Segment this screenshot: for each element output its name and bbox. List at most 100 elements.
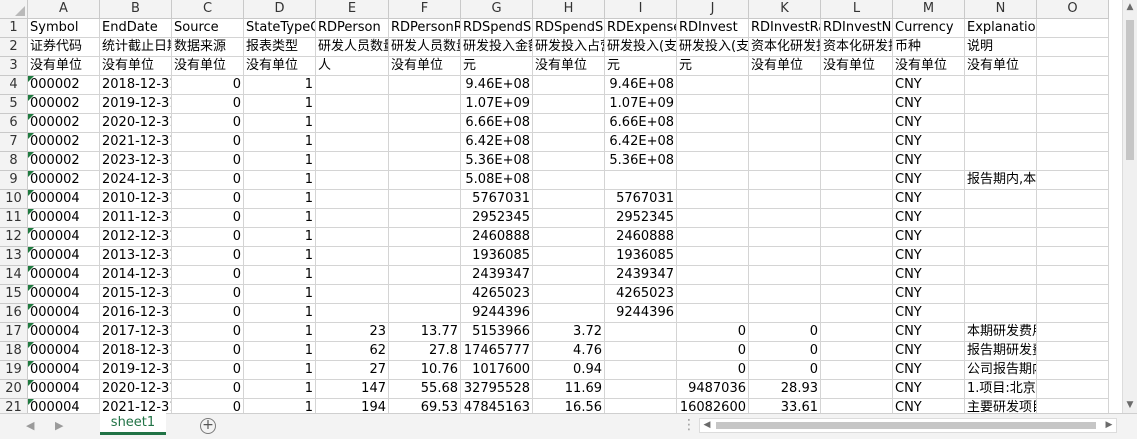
cell-h8[interactable] [533,152,605,171]
cell-c11[interactable]: 0 [172,209,244,228]
cell-i11[interactable]: 2952345 [605,209,677,228]
cell-e18[interactable]: 62 [316,342,389,361]
cell-o6[interactable] [1037,114,1109,133]
cell-l8[interactable] [821,152,893,171]
cell-e21[interactable]: 194 [316,399,389,413]
cell-d7[interactable]: 1 [244,133,316,152]
cell-l5[interactable] [821,95,893,114]
cell-d2[interactable]: 报表类型 [244,38,316,57]
cell-e7[interactable] [316,133,389,152]
cell-a15[interactable]: 000004 [28,285,100,304]
cell-l7[interactable] [821,133,893,152]
cell-d4[interactable]: 1 [244,76,316,95]
cell-f11[interactable] [389,209,461,228]
cell-c10[interactable]: 0 [172,190,244,209]
cell-k15[interactable] [749,285,821,304]
cell-n10[interactable] [965,190,1037,209]
cell-f17[interactable]: 13.77 [389,323,461,342]
cell-a11[interactable]: 000004 [28,209,100,228]
cell-l4[interactable] [821,76,893,95]
cell-d5[interactable]: 1 [244,95,316,114]
cell-n17[interactable]: 本期研发费用中,内部研 [965,323,1037,342]
cell-b9[interactable]: 2024-12-31 [100,171,172,190]
cell-m14[interactable]: CNY [893,266,965,285]
cell-k9[interactable] [749,171,821,190]
cell-a3[interactable]: 没有单位 [28,57,100,76]
column-header-b[interactable]: B [100,0,172,19]
cell-j11[interactable] [677,209,749,228]
cell-e17[interactable]: 23 [316,323,389,342]
cell-j19[interactable]: 0 [677,361,749,380]
cell-j17[interactable]: 0 [677,323,749,342]
cell-l6[interactable] [821,114,893,133]
cell-j18[interactable]: 0 [677,342,749,361]
column-header-g[interactable]: G [461,0,533,19]
row-header-20[interactable]: 20 [0,380,28,399]
cell-f4[interactable] [389,76,461,95]
cell-m1[interactable]: Currency [893,19,965,38]
cell-i15[interactable]: 4265023 [605,285,677,304]
cell-h7[interactable] [533,133,605,152]
cell-a2[interactable]: 证券代码 [28,38,100,57]
cell-i7[interactable]: 6.42E+08 [605,133,677,152]
cell-l16[interactable] [821,304,893,323]
cell-a4[interactable]: 000002 [28,76,100,95]
cell-l18[interactable] [821,342,893,361]
cell-k19[interactable]: 0 [749,361,821,380]
cell-a19[interactable]: 000004 [28,361,100,380]
cell-h5[interactable] [533,95,605,114]
cell-o21[interactable] [1037,399,1109,413]
cell-d6[interactable]: 1 [244,114,316,133]
cell-i5[interactable]: 1.07E+09 [605,95,677,114]
cell-n21[interactable]: 主要研发项目名称:移动 [965,399,1037,413]
cell-m4[interactable]: CNY [893,76,965,95]
cell-m2[interactable]: 币种 [893,38,965,57]
cell-i17[interactable] [605,323,677,342]
cell-f20[interactable]: 55.68 [389,380,461,399]
cell-f19[interactable]: 10.76 [389,361,461,380]
cell-o9[interactable] [1037,171,1109,190]
cell-k6[interactable] [749,114,821,133]
cell-a13[interactable]: 000004 [28,247,100,266]
cell-b18[interactable]: 2018-12-31 [100,342,172,361]
cell-o11[interactable] [1037,209,1109,228]
cell-j16[interactable] [677,304,749,323]
cell-a17[interactable]: 000004 [28,323,100,342]
cell-a1[interactable]: Symbol [28,19,100,38]
cell-a12[interactable]: 000004 [28,228,100,247]
cell-j5[interactable] [677,95,749,114]
cell-d14[interactable]: 1 [244,266,316,285]
cell-m8[interactable]: CNY [893,152,965,171]
cell-j14[interactable] [677,266,749,285]
cell-h15[interactable] [533,285,605,304]
row-header-7[interactable]: 7 [0,133,28,152]
cell-m18[interactable]: CNY [893,342,965,361]
cell-d9[interactable]: 1 [244,171,316,190]
cell-j9[interactable] [677,171,749,190]
row-header-17[interactable]: 17 [0,323,28,342]
cell-a16[interactable]: 000004 [28,304,100,323]
cell-m16[interactable]: CNY [893,304,965,323]
cell-c15[interactable]: 0 [172,285,244,304]
row-header-14[interactable]: 14 [0,266,28,285]
cell-j2[interactable]: 研发投入(支出)资本化的金额 [677,38,749,57]
cell-f12[interactable] [389,228,461,247]
row-header-10[interactable]: 10 [0,190,28,209]
cell-c3[interactable]: 没有单位 [172,57,244,76]
cell-l17[interactable] [821,323,893,342]
cell-m19[interactable]: CNY [893,361,965,380]
column-header-a[interactable]: A [28,0,100,19]
cell-i9[interactable] [605,171,677,190]
scroll-up-arrow-icon[interactable]: ▲ [1123,0,1137,14]
row-header-5[interactable]: 5 [0,95,28,114]
cell-g9[interactable]: 5.08E+08 [461,171,533,190]
column-header-i[interactable]: I [605,0,677,19]
cell-g13[interactable]: 1936085 [461,247,533,266]
sheet-tab-sheet1[interactable]: sheet1 [100,413,166,435]
cell-i1[interactable]: RDExpenses [605,19,677,38]
cell-a8[interactable]: 000002 [28,152,100,171]
cell-o12[interactable] [1037,228,1109,247]
cell-e1[interactable]: RDPerson [316,19,389,38]
row-header-13[interactable]: 13 [0,247,28,266]
cell-e16[interactable] [316,304,389,323]
